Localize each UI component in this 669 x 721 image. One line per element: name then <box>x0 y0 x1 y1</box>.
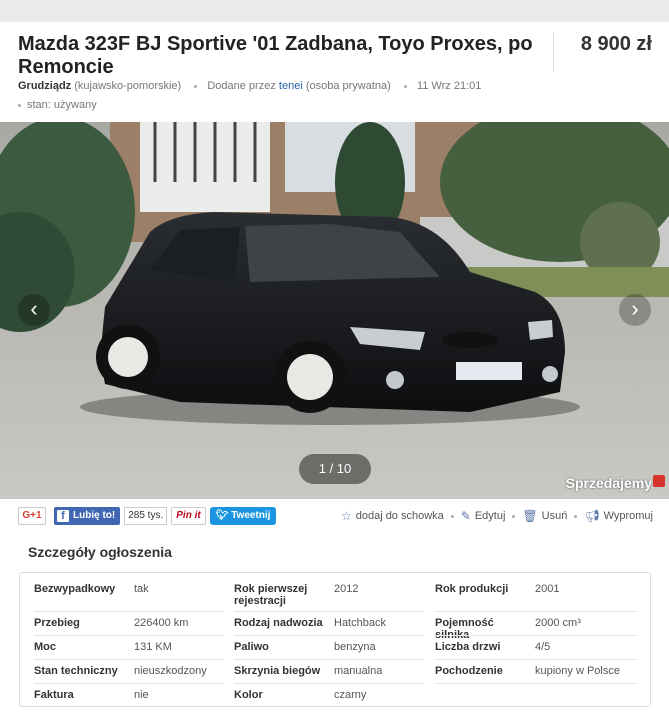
location-region: (kujawsko-pomorskie) <box>74 80 182 92</box>
listing-date: 11 Wrz 21:01 <box>416 80 482 92</box>
watermark-badge-icon <box>653 475 665 487</box>
detail-label: Faktura <box>34 689 74 701</box>
delete-button[interactable]: 🗑︎ Usuń <box>522 509 567 523</box>
gallery-counter: 1 / 10 <box>299 454 371 484</box>
added-by-label: Dodane przez <box>207 80 276 92</box>
row-separator <box>234 659 424 660</box>
row-separator <box>435 683 637 684</box>
detail-label: Stan techniczny <box>34 665 118 677</box>
chevron-right-icon: › <box>631 296 639 321</box>
action-separator <box>512 514 516 518</box>
listing-title: Mazda 323F BJ Sportive '01 Zadbana, Toyo… <box>18 33 533 78</box>
detail-value: 2012 <box>334 583 359 595</box>
detail-value: Hatchback <box>334 617 386 629</box>
detail-label: Bezwypadkowy <box>34 583 116 595</box>
row-separator <box>34 683 224 684</box>
chevron-left-icon: ‹ <box>30 296 38 321</box>
detail-label: Kolor <box>234 689 263 701</box>
gallery-photo[interactable]: ‹ › 1 / 10 Sprzedajemy <box>0 122 669 499</box>
trash-icon: 🗑︎ <box>522 509 538 523</box>
megaphone-icon: 📢︎ <box>584 509 600 523</box>
row-separator <box>34 611 224 612</box>
detail-value: 131 KM <box>134 641 172 653</box>
action-separator <box>574 514 578 518</box>
row-separator <box>435 611 637 612</box>
row-separator <box>234 635 424 636</box>
detail-value: nie <box>134 689 149 701</box>
watermark-logo: Sprzedajemy <box>566 475 665 491</box>
seller-type: (osoba prywatna) <box>305 80 391 92</box>
gplus-button[interactable]: G+1 <box>18 507 46 525</box>
details-table: Bezwypadkowy tak Rok pierwszej rejestracji… <box>19 572 651 707</box>
meta-separator <box>403 84 407 88</box>
detail-value: czarny <box>334 689 367 701</box>
seller-link[interactable]: tenei <box>279 80 303 92</box>
detail-label: Skrzynia biegów <box>234 665 321 677</box>
detail-label: Pochodzenie <box>435 665 503 677</box>
promote-button[interactable]: 📢︎ Wypromuj <box>584 509 653 523</box>
gallery-next-button[interactable]: › <box>619 294 651 326</box>
detail-label: Rok produkcji <box>435 583 509 595</box>
detail-label: Liczba drzwi <box>435 641 501 653</box>
car-photo-image <box>0 122 669 499</box>
row-separator <box>34 659 224 660</box>
row-separator <box>435 659 637 660</box>
edit-icon: ✎ <box>460 509 471 523</box>
detail-value: nieuszkodzony <box>134 665 207 677</box>
detail-label: Rok pierwszej rejestracji <box>234 583 308 607</box>
listing-actions: ☆ dodaj do schowka ✎ Edytuj 🗑︎ Usuń 📢︎ W… <box>341 506 653 526</box>
facebook-like-button[interactable]: f Lubię to! <box>54 507 121 525</box>
listing-card: Mazda 323F BJ Sportive '01 Zadbana, Toyo… <box>0 22 669 721</box>
meta-separator <box>18 103 21 107</box>
detail-label: Przebieg <box>34 617 80 629</box>
twitter-icon: 🐦︎ <box>215 510 232 521</box>
detail-value: 2001 <box>535 583 560 595</box>
detail-value: 2000 cm³ <box>535 617 581 629</box>
action-separator <box>450 514 454 518</box>
detail-value: manualna <box>334 665 383 677</box>
row-separator <box>435 635 637 636</box>
detail-value: 226400 km <box>134 617 189 629</box>
listing-price: 8 900 zł <box>580 33 652 55</box>
save-to-favorites-button[interactable]: ☆ dodaj do schowka <box>341 509 444 523</box>
row-separator <box>34 635 224 636</box>
facebook-icon: f <box>57 510 69 522</box>
gallery-prev-button[interactable]: ‹ <box>18 294 50 326</box>
facebook-like-count: 285 tys. <box>124 507 168 525</box>
meta-separator <box>194 84 198 88</box>
detail-label: Rodzaj nadwozia <box>234 617 323 629</box>
tweet-button[interactable]: 🐦︎ Tweetnij <box>209 507 277 525</box>
star-icon: ☆ <box>340 509 352 523</box>
details-heading: Szczegóły ogłoszenia <box>28 544 172 560</box>
detail-label: Paliwo <box>234 641 269 653</box>
detail-value: kupiony w Polsce <box>535 665 620 677</box>
detail-label: Pojemność silnika <box>435 617 494 641</box>
row-separator <box>234 683 424 684</box>
listing-meta: Grudziądz (kujawsko-pomorskie) Dodane pr… <box>18 80 481 92</box>
detail-value: benzyna <box>334 641 376 653</box>
pinterest-button[interactable]: Pin it <box>171 507 206 525</box>
facebook-like-label: Lubię to! <box>73 510 116 521</box>
condition-text: stan: używany <box>27 99 97 111</box>
social-buttons: G+1 f Lubię to! 285 tys. Pin it 🐦︎ Tweet… <box>18 506 277 526</box>
edit-button[interactable]: ✎ Edytuj <box>461 509 506 523</box>
title-divider <box>553 32 554 72</box>
detail-value: tak <box>134 583 149 595</box>
detail-value: 4/5 <box>535 641 551 653</box>
detail-label: Moc <box>34 641 56 653</box>
condition-line: stan: używany <box>18 99 97 111</box>
location-city: Grudziądz <box>18 80 72 92</box>
row-separator <box>234 611 424 612</box>
